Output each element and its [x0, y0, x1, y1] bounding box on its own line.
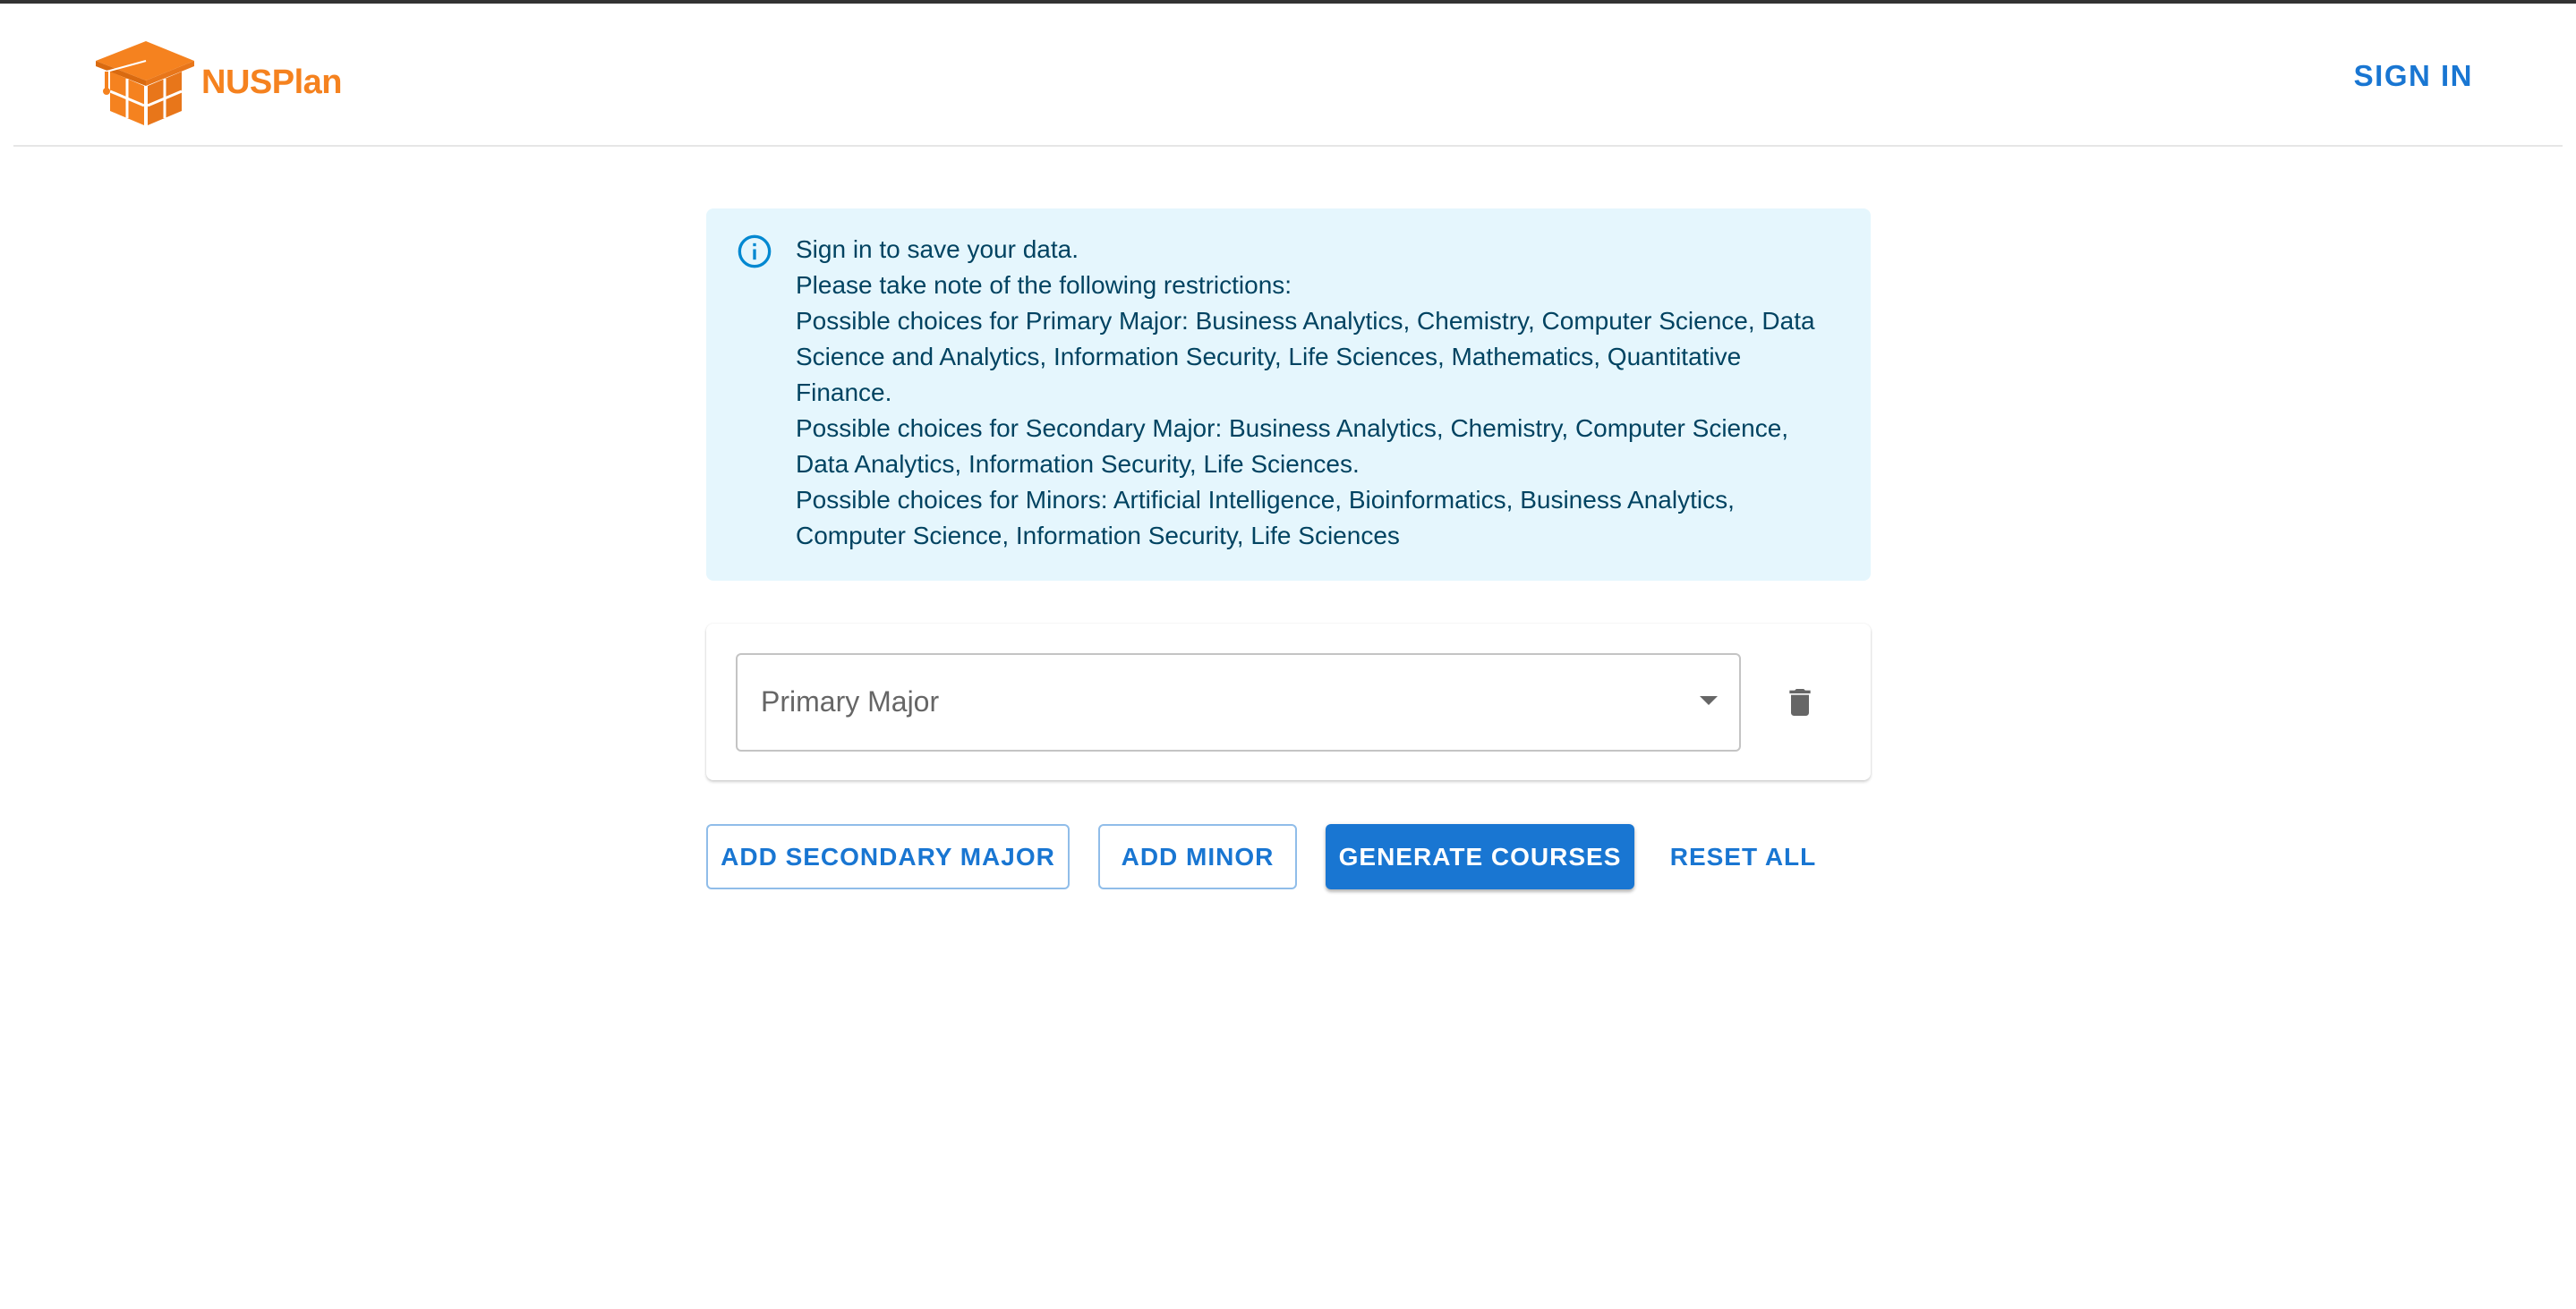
trash-icon — [1789, 689, 1811, 716]
graduation-cap-box-icon — [96, 41, 194, 125]
alert-line-minors: Possible choices for Minors: Artificial … — [796, 486, 1735, 549]
primary-major-card: Primary Major — [706, 624, 1871, 780]
logo-text: NUSPlan — [201, 63, 342, 101]
primary-major-select[interactable]: Primary Major — [736, 653, 1741, 752]
info-outline-icon — [738, 234, 772, 268]
alert-line-restrictions: Please take note of the following restri… — [796, 271, 1292, 299]
app-header: NUSPlan SIGN IN — [13, 4, 2563, 147]
add-secondary-major-button[interactable]: ADD SECONDARY MAJOR — [706, 824, 1070, 889]
alert-line-secondary-major: Possible choices for Secondary Major: Bu… — [796, 414, 1789, 478]
reset-all-button[interactable]: RESET ALL — [1656, 824, 1830, 889]
info-alert: Sign in to save your data. Please take n… — [706, 208, 1871, 581]
alert-line-primary-major: Possible choices for Primary Major: Busi… — [796, 307, 1815, 406]
arrow-drop-down-icon — [1700, 696, 1718, 705]
add-minor-button[interactable]: ADD MINOR — [1098, 824, 1297, 889]
sign-in-button[interactable]: SIGN IN — [2354, 59, 2473, 93]
delete-primary-major-button[interactable] — [1771, 674, 1829, 731]
primary-major-label: Primary Major — [761, 685, 940, 718]
alert-line-sign-in: Sign in to save your data. — [796, 235, 1079, 263]
nusplan-logo[interactable]: NUSPlan — [92, 36, 342, 129]
page: NUSPlan SIGN IN Sign in to save your dat… — [0, 0, 2576, 1309]
generate-courses-button[interactable]: GENERATE COURSES — [1326, 824, 1634, 889]
